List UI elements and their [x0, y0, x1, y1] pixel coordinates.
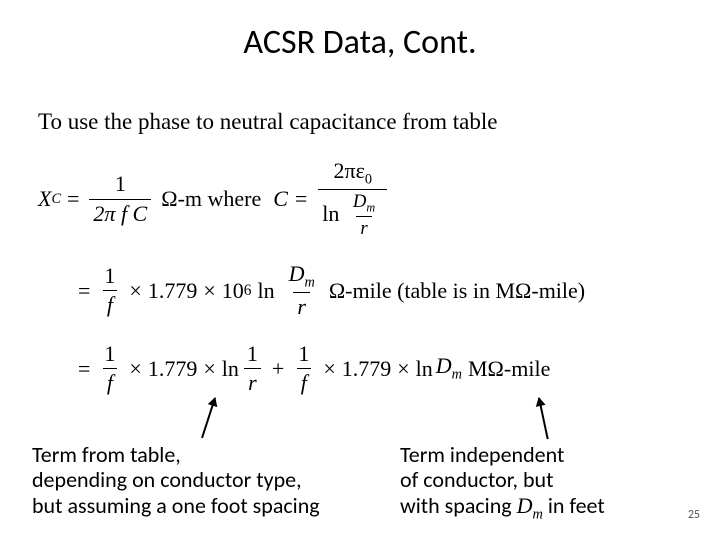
- den-r: r: [244, 368, 261, 396]
- ln-3: ln: [222, 356, 239, 382]
- ln-2: ln: [251, 278, 280, 304]
- dm-sub-1: m: [366, 201, 375, 215]
- num-1-a: 1: [100, 263, 119, 290]
- cap-right-line-2: of conductor, but: [400, 466, 553, 493]
- ten-sup: 6: [244, 282, 252, 300]
- den-f-b: f: [103, 368, 117, 396]
- num-1-d: 1: [294, 341, 313, 368]
- dm-sub-2: m: [304, 274, 314, 290]
- slide-title: ACSR Data, Cont.: [0, 0, 720, 63]
- num-1-c: 1: [243, 341, 262, 368]
- eps-subscript: 0: [365, 171, 372, 187]
- frac-1-over-2pifC: 1 2π f C: [89, 171, 151, 227]
- num-1: 1: [111, 171, 130, 198]
- r-1: r: [356, 216, 371, 240]
- equals-1: =: [61, 186, 85, 212]
- const-1: 1.779: [148, 278, 198, 304]
- slide: ACSR Data, Cont. To use the phase to neu…: [0, 0, 720, 540]
- equation-block: To use the phase to neutral capacitance …: [38, 108, 678, 417]
- page-number: 25: [688, 508, 700, 522]
- two-pi-eps: 2πε: [333, 158, 364, 183]
- num-1-b: 1: [100, 341, 119, 368]
- const-3: 1.779: [342, 356, 392, 382]
- const-2: 1.779: [148, 356, 198, 382]
- c-equals: C =: [267, 186, 314, 212]
- frac-1-over-f-b: 1 f: [100, 341, 119, 397]
- equals-2: =: [72, 278, 96, 304]
- xc-subscript: C: [51, 191, 61, 208]
- den-f-c: f: [297, 368, 311, 396]
- cap-left-line-2: depending on conductor type,: [32, 466, 302, 493]
- equals-3: =: [72, 356, 96, 382]
- den-f-a: f: [103, 290, 117, 318]
- ohm-m-where: Ω-m where: [155, 186, 267, 212]
- dm-2: D: [289, 261, 305, 286]
- ohm-mile-note: Ω-mile (table is in MΩ-mile): [323, 278, 591, 304]
- dm-sub-3: m: [452, 367, 462, 383]
- cap-right-dm: D: [517, 493, 533, 518]
- times-3: ×: [123, 356, 147, 382]
- frac-1-over-f-c: 1 f: [294, 341, 313, 397]
- cap-right-line-1: Term independent: [400, 441, 564, 468]
- times-2: ×: [197, 278, 221, 304]
- times-6: ×: [391, 356, 415, 382]
- cap-right-line-3b: in feet: [543, 492, 605, 519]
- times-5: ×: [317, 356, 341, 382]
- caption-right: Term independent of conductor, but with …: [400, 442, 700, 522]
- frac-1-over-r: 1 r: [243, 341, 262, 397]
- equation-row-3: = 1 f × 1.779 × ln 1 r + 1 f × 1.779 × l…: [72, 341, 678, 397]
- frac-dm-over-r-2: Dm r: [285, 261, 319, 321]
- frac-1-over-f-a: 1 f: [100, 263, 119, 319]
- ln-4: ln: [416, 356, 433, 382]
- cap-right-dm-sub: m: [533, 506, 543, 522]
- xc-symbol: X: [38, 186, 51, 212]
- times-1: ×: [123, 278, 147, 304]
- frac-capacitance: 2πε0 ln Dm r: [318, 158, 387, 241]
- cap-right-line-3a: with spacing: [400, 492, 517, 519]
- intro-text: To use the phase to neutral capacitance …: [38, 108, 678, 136]
- r-2: r: [293, 292, 310, 320]
- frac-dm-over-r-1: Dm r: [349, 191, 379, 241]
- momega-mile: MΩ-mile: [462, 356, 556, 382]
- ln-1: ln: [322, 201, 339, 226]
- times-4: ×: [197, 356, 221, 382]
- equation-row-2: = 1 f × 1.779 × 106 ln Dm r Ω-mile (tabl…: [72, 261, 678, 321]
- cap-left-line-3: but assuming a one foot spacing: [32, 492, 320, 519]
- dm-1: D: [353, 191, 367, 212]
- ten: 10: [222, 278, 244, 304]
- equation-row-1: XC = 1 2π f C Ω-m where C = 2πε0 ln Dm r: [38, 158, 678, 241]
- plus: +: [266, 356, 290, 382]
- caption-left: Term from table, depending on conductor …: [32, 442, 372, 518]
- cap-left-line-1: Term from table,: [32, 441, 181, 468]
- den-2pifC: 2π f C: [93, 201, 147, 226]
- dm-3: D: [436, 353, 452, 378]
